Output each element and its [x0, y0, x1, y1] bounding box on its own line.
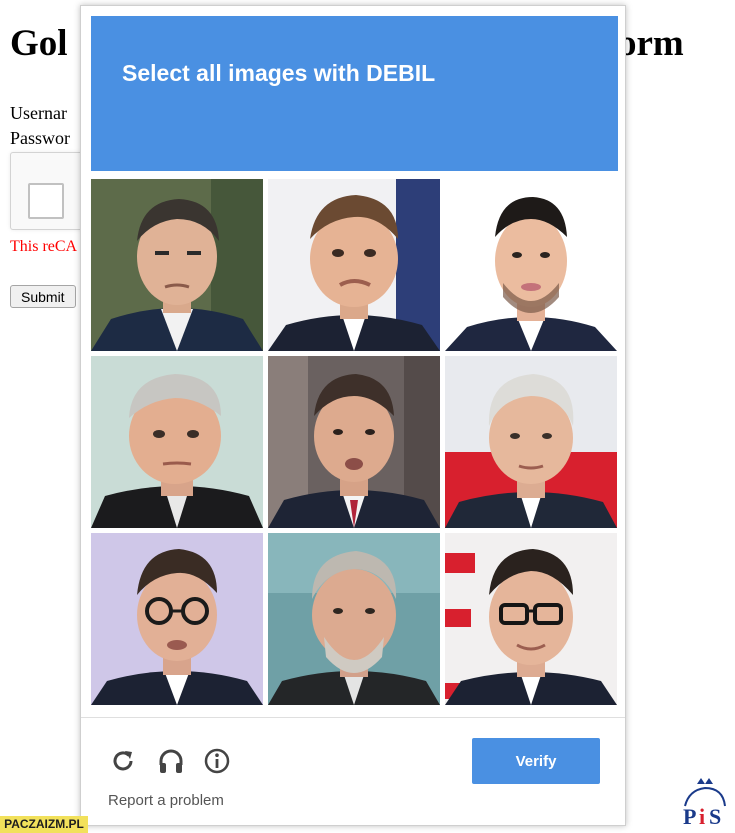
image-tile-1[interactable]	[91, 179, 263, 351]
svg-text:P: P	[683, 804, 696, 829]
report-problem-link[interactable]: Report a problem	[108, 792, 224, 809]
page-title-tail: orm	[618, 23, 684, 64]
image-tile-6[interactable]	[445, 356, 617, 528]
image-tile-9[interactable]	[445, 533, 617, 705]
portrait-photo	[445, 179, 617, 351]
svg-text:S: S	[709, 804, 721, 829]
verify-button[interactable]: Verify	[472, 738, 600, 784]
headphones-icon[interactable]	[156, 746, 186, 776]
party-logo: P i S	[679, 776, 733, 830]
portrait-photo	[445, 356, 617, 528]
image-tile-4[interactable]	[91, 356, 263, 528]
footer-divider	[81, 717, 625, 718]
image-tile-5[interactable]	[268, 356, 440, 528]
info-icon[interactable]	[202, 746, 232, 776]
reload-icon[interactable]	[108, 746, 138, 776]
portrait-photo	[268, 533, 440, 705]
portrait-photo	[268, 356, 440, 528]
portrait-photo	[91, 356, 263, 528]
portrait-photo	[268, 179, 440, 351]
portrait-photo	[91, 533, 263, 705]
submit-button[interactable]: Submit	[10, 285, 76, 308]
username-label: Usernar	[10, 103, 67, 123]
page-title: Gol	[10, 23, 68, 64]
image-grid	[91, 179, 618, 707]
captcha-challenge-dialog: Select all images with DEBIL Report a pr…	[80, 5, 626, 826]
portrait-photo	[91, 179, 263, 351]
challenge-banner: Select all images with DEBIL	[91, 16, 618, 171]
recaptcha-error-text: This reCA	[10, 238, 78, 255]
image-tile-2[interactable]	[268, 179, 440, 351]
password-label: Passwor	[10, 128, 71, 148]
challenge-instruction: Select all images with DEBIL	[122, 60, 436, 86]
svg-text:i: i	[699, 804, 705, 829]
site-watermark: PACZAIZM.PL	[0, 816, 88, 833]
image-tile-7[interactable]	[91, 533, 263, 705]
portrait-photo	[445, 533, 617, 705]
image-tile-3[interactable]	[445, 179, 617, 351]
image-tile-8[interactable]	[268, 533, 440, 705]
recaptcha-checkbox[interactable]	[28, 183, 64, 219]
